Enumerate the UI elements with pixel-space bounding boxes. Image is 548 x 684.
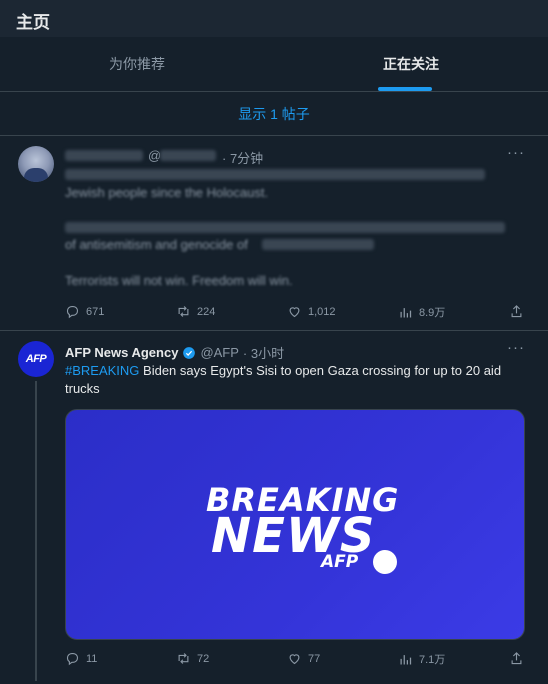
avatar[interactable]: AFP <box>18 341 54 377</box>
retweet-button[interactable]: 224 <box>176 304 215 319</box>
tweet-text-line: of antisemitism and genocide of <box>65 237 248 252</box>
tab-following[interactable]: 正在关注 <box>274 37 548 91</box>
redacted-text <box>262 239 374 250</box>
more-options-icon[interactable]: ··· <box>507 144 525 161</box>
views-button[interactable]: 7.1万 <box>398 651 445 667</box>
retweet-icon <box>178 306 189 317</box>
active-tab-indicator <box>378 87 432 91</box>
tweet-handle[interactable]: @AFP <box>200 345 238 360</box>
heart-icon <box>289 654 300 665</box>
tweet-author-name[interactable]: AFP News Agency <box>65 345 178 360</box>
tweet-header: AFP News Agency @AFP · 3小时 <box>65 343 284 362</box>
tab-for-you[interactable]: 为你推荐 <box>0 37 274 91</box>
reply-button[interactable]: 671 <box>65 304 104 319</box>
tweet[interactable]: AFP AFP News Agency @AFP · 3小时 ··· #BREA… <box>0 331 548 684</box>
tweet-actions: 671 224 1,012 8.9万 <box>0 304 548 324</box>
like-button[interactable]: 1,012 <box>287 304 336 319</box>
timeline-tabs: 为你推荐 正在关注 <box>0 37 548 92</box>
tweet-text: #BREAKING Biden says Egypt's Sisi to ope… <box>65 363 502 396</box>
thread-line <box>35 381 37 681</box>
more-options-icon[interactable]: ··· <box>507 339 525 356</box>
like-count: 1,012 <box>308 305 336 318</box>
share-icon <box>511 652 522 665</box>
tweet-time: · 7分钟 <box>222 151 264 166</box>
retweet-count: 224 <box>197 305 216 318</box>
views-icon <box>400 307 412 317</box>
page-title: 主页 <box>16 13 50 32</box>
retweet-button[interactable]: 72 <box>176 651 209 666</box>
tweet-text-line: Terrorists will not win. Freedom will wi… <box>65 273 293 288</box>
redacted-text <box>65 222 505 233</box>
tweet-text-line: Jewish people since the Holocaust. <box>65 185 269 200</box>
afp-logo-dot <box>373 550 397 574</box>
views-count: 8.9万 <box>419 307 446 319</box>
verified-badge-icon <box>183 346 196 359</box>
reply-icon <box>66 305 79 319</box>
views-icon <box>400 654 412 664</box>
reply-count: 11 <box>86 652 98 665</box>
share-button[interactable] <box>509 651 524 666</box>
views-button[interactable]: 8.9万 <box>398 304 445 320</box>
tweet-actions: 11 72 77 7.1万 <box>0 651 548 671</box>
redacted-text <box>65 169 485 180</box>
card-brand-afp: AFP <box>321 552 359 572</box>
like-button[interactable]: 77 <box>287 651 320 666</box>
top-bar: 主页 <box>0 0 548 37</box>
tweet[interactable]: @ · 7分钟 ··· Jewish people since the Holo… <box>0 136 548 331</box>
hashtag-link[interactable]: #BREAKING <box>65 363 139 378</box>
reply-button[interactable]: 11 <box>65 651 97 666</box>
retweet-count: 72 <box>197 652 210 665</box>
retweet-icon <box>178 653 189 664</box>
heart-icon <box>289 307 300 318</box>
share-icon <box>511 305 522 318</box>
tweet-media-image[interactable]: BREAKING NEWS AFP <box>65 409 525 640</box>
redacted-handle <box>160 150 216 161</box>
reply-count: 671 <box>86 305 105 318</box>
views-count: 7.1万 <box>419 654 446 666</box>
reply-icon <box>66 652 79 666</box>
tweet-time[interactable]: · 3小时 <box>243 343 284 362</box>
like-count: 77 <box>308 652 321 665</box>
show-new-posts-button[interactable]: 显示 1 帖子 <box>0 92 548 136</box>
share-button[interactable] <box>509 304 524 319</box>
avatar[interactable] <box>18 146 54 182</box>
redacted-name <box>65 150 143 161</box>
